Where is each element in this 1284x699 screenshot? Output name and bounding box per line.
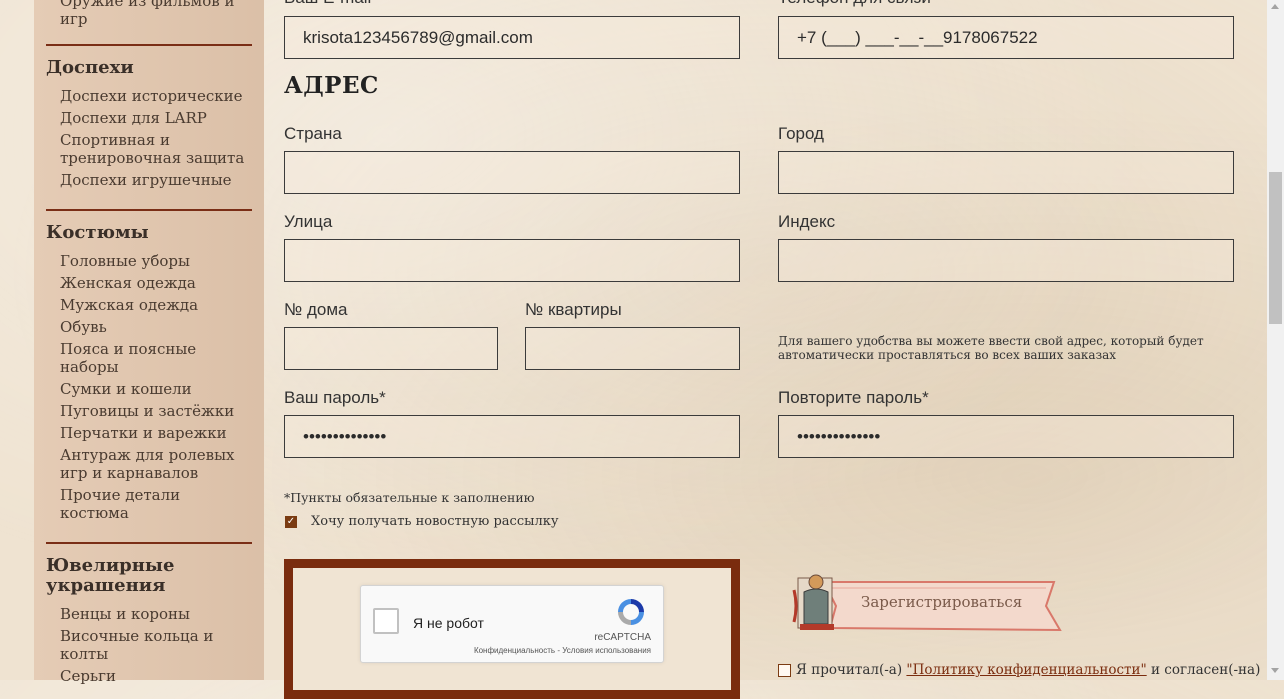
city-field[interactable]: [778, 151, 1234, 194]
sidebar-divider: [46, 542, 252, 544]
password-repeat-field[interactable]: [778, 415, 1234, 458]
policy-checkbox[interactable]: [778, 664, 791, 677]
recaptcha-label: Я не робот: [413, 615, 484, 631]
sidebar-item-shoes[interactable]: Обувь: [60, 318, 107, 336]
sidebar-item-crowns[interactable]: Венцы и короны: [60, 605, 190, 623]
scroll-up-icon[interactable]: [1271, 4, 1279, 9]
policy-prefix: Я прочитал(-а): [796, 662, 903, 678]
password-field[interactable]: [284, 415, 740, 458]
sidebar-item-weapons-films[interactable]: Оружие из фильмов и игр: [60, 0, 234, 28]
register-button-label: Зарегистрироваться: [861, 593, 1023, 611]
sidebar-item-label: Оружие из фильмов и: [60, 0, 235, 10]
sidebar-divider: [46, 44, 252, 46]
sidebar-item-sport-protection[interactable]: Спортивная и тренировочная защита: [60, 131, 250, 167]
sidebar-item-womens-clothing[interactable]: Женская одежда: [60, 274, 196, 292]
sidebar-divider: [46, 209, 252, 211]
country-label: Страна: [284, 124, 342, 143]
house-label: № дома: [284, 300, 348, 319]
recaptcha-links: Конфиденциальность - Условия использован…: [474, 646, 651, 655]
recaptcha-brand: reCAPTCHA: [594, 632, 651, 643]
page-scrollbar[interactable]: [1267, 0, 1284, 680]
policy-consent[interactable]: Я прочитал(-а) "Политику конфиденциально…: [778, 662, 1260, 678]
scroll-down-icon[interactable]: [1271, 668, 1279, 673]
scrollbar-thumb[interactable]: [1269, 172, 1282, 324]
address-heading: АДРЕС: [284, 72, 379, 99]
apartment-label: № квартиры: [525, 300, 622, 319]
policy-suffix: и согласен(-на): [1150, 662, 1261, 678]
street-label: Улица: [284, 212, 333, 231]
recaptcha-privacy-link[interactable]: Конфиденциальность: [474, 646, 555, 655]
email-field[interactable]: [284, 16, 740, 59]
sidebar-item-bags[interactable]: Сумки и кошели: [60, 380, 192, 398]
newsletter-option[interactable]: ✓ Хочу получать новостную рассылку: [284, 514, 559, 529]
index-field[interactable]: [778, 239, 1234, 282]
sidebar-section-title[interactable]: Костюмы: [46, 223, 149, 243]
apartment-field[interactable]: [525, 327, 740, 370]
sidebar-section-title[interactable]: Доспехи: [46, 58, 134, 78]
recaptcha-logo-icon: [615, 596, 647, 633]
sidebar-item-temple-rings[interactable]: Височные кольца и колты: [60, 627, 235, 663]
sidebar-item-gloves[interactable]: Перчатки и варежки: [60, 424, 227, 442]
sidebar-item-belts[interactable]: Пояса и поясные наборы: [60, 340, 220, 376]
street-field[interactable]: [284, 239, 740, 282]
sidebar: Оружие из фильмов и игр Доспехи Доспехи …: [34, 0, 264, 685]
sidebar-section-title[interactable]: Ювелирные украшения: [46, 556, 206, 596]
sidebar-item-mens-clothing[interactable]: Мужская одежда: [60, 296, 198, 314]
country-field[interactable]: [284, 151, 740, 194]
house-field[interactable]: [284, 327, 498, 370]
password-repeat-label: Повторите пароль*: [778, 388, 929, 407]
sidebar-item-armor-toy[interactable]: Доспехи игрушечные: [60, 171, 232, 189]
newsletter-checkbox[interactable]: ✓: [285, 515, 297, 528]
required-note: *Пункты обязательные к заполнению: [284, 490, 535, 505]
sidebar-item-armor-larp[interactable]: Доспехи для LARP: [60, 109, 207, 127]
recaptcha-terms-link[interactable]: Условия использования: [562, 646, 651, 655]
email-label: Ваш E-mail: [284, 0, 371, 8]
privacy-policy-link[interactable]: "Политику конфиденциальности": [906, 662, 1146, 678]
address-note: Для вашего удобства вы можете ввести сво…: [778, 334, 1204, 362]
recaptcha-widget: Я не робот reCAPTCHA Конфиденциальность …: [360, 585, 664, 663]
sidebar-item-label: игр: [60, 10, 88, 28]
sidebar-item-armor-historical[interactable]: Доспехи исторические: [60, 87, 243, 105]
phone-field[interactable]: [778, 16, 1234, 59]
index-label: Индекс: [778, 212, 836, 231]
sidebar-item-other-costume[interactable]: Прочие детали костюма: [60, 486, 220, 522]
city-label: Город: [778, 124, 824, 143]
sidebar-item-buttons-fasteners[interactable]: Пуговицы и застёжки: [60, 402, 234, 420]
phone-label: Телефон для связи: [778, 0, 931, 8]
password-label: Ваш пароль*: [284, 388, 386, 407]
recaptcha-checkbox[interactable]: [373, 608, 399, 634]
newsletter-label: Хочу получать новостную рассылку: [311, 514, 559, 529]
sidebar-item-earrings[interactable]: Серьги: [60, 667, 116, 685]
sidebar-item-roleplay-props[interactable]: Антураж для ролевых игр и карнавалов: [60, 446, 250, 482]
sidebar-item-headwear[interactable]: Головные уборы: [60, 252, 190, 270]
